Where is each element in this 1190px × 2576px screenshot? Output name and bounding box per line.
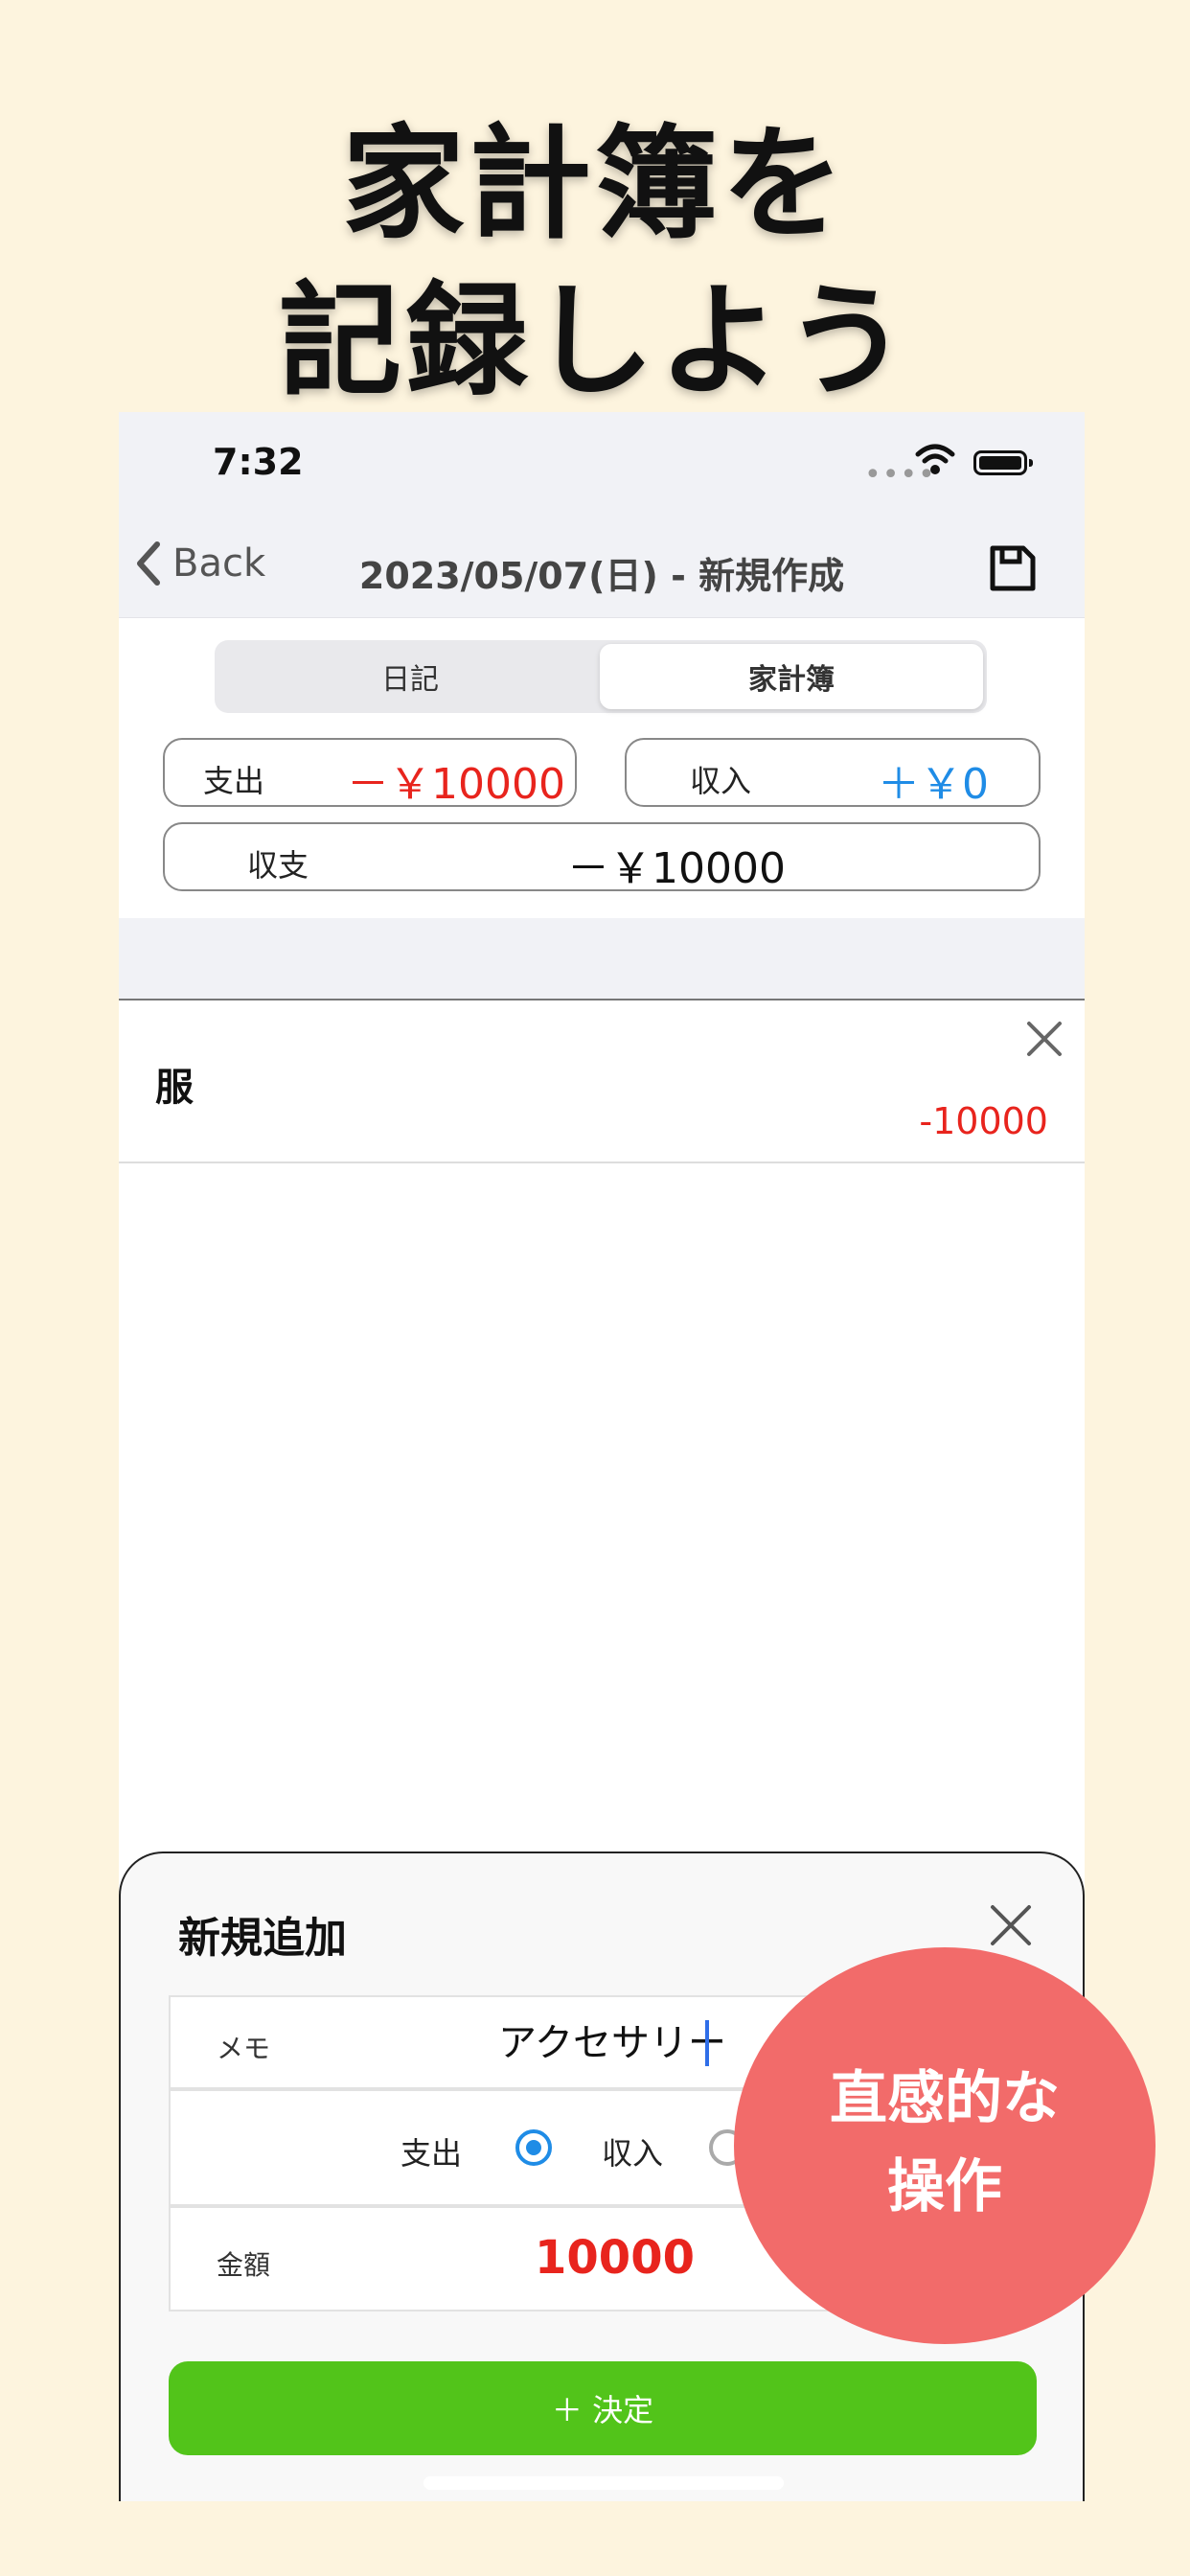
- entry-amount: -10000: [919, 1100, 1048, 1142]
- save-icon: [990, 545, 1036, 591]
- confirm-button[interactable]: ＋ 決定: [169, 2361, 1037, 2455]
- balance-summary: 収支 －￥10000: [163, 822, 1041, 893]
- status-bar: 7:32 ••••: [119, 412, 1085, 518]
- nav-title: 2023/05/07(日) - 新規作成: [358, 555, 845, 597]
- expense-label: 支出: [203, 763, 265, 799]
- income-summary: 収入 ＋￥0: [625, 738, 1041, 809]
- memo-label: メモ: [217, 2033, 271, 2064]
- wifi-icon: [914, 443, 956, 481]
- battery-icon: [973, 450, 1033, 475]
- close-icon: [991, 1905, 1031, 1945]
- expense-summary: 支出 －￥10000: [163, 738, 577, 809]
- save-button[interactable]: [987, 542, 1039, 598]
- navigation-bar: Back 2023/05/07(日) - 新規作成: [119, 518, 1085, 618]
- expense-option-label: 支出: [400, 2135, 463, 2172]
- balance-value: －￥10000: [567, 844, 786, 893]
- section-divider: [119, 918, 1085, 1000]
- delete-entry-button[interactable]: [1025, 1020, 1064, 1062]
- headline-line-1: 家計簿を: [341, 113, 848, 256]
- headline-line-2: 記録しよう: [278, 270, 911, 413]
- amount-input[interactable]: 10000: [535, 2231, 695, 2285]
- mode-segmented-control: 日記 家計簿: [215, 640, 987, 713]
- home-indicator: [423, 2476, 784, 2490]
- promo-badge: 直感的な 操作: [734, 1947, 1156, 2344]
- amount-label: 金額: [217, 2249, 271, 2281]
- close-sheet-button[interactable]: [989, 1903, 1033, 1951]
- text-caret: [705, 2020, 709, 2066]
- list-item[interactable]: 服 -10000: [119, 1000, 1085, 1163]
- expense-value: －￥10000: [347, 760, 565, 809]
- expense-radio[interactable]: [515, 2129, 552, 2166]
- income-value: ＋￥0: [878, 760, 989, 809]
- close-icon: [1027, 1022, 1062, 1056]
- status-time: 7:32: [213, 441, 304, 483]
- entry-name: 服: [155, 1066, 194, 1110]
- income-label: 収入: [690, 763, 752, 799]
- income-option-label: 収入: [602, 2135, 664, 2172]
- badge-line-1: 直感的な: [830, 2065, 1060, 2132]
- tab-diary[interactable]: 日記: [218, 644, 602, 709]
- badge-line-2: 操作: [887, 2153, 1002, 2220]
- sheet-title: 新規追加: [178, 1914, 347, 1963]
- balance-label: 収支: [247, 847, 309, 884]
- tab-household-account[interactable]: 家計簿: [600, 644, 983, 709]
